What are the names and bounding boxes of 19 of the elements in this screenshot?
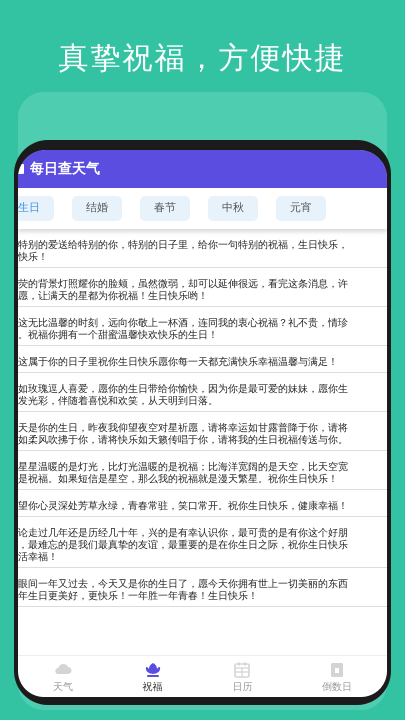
app-title: 每日查天气 [30,160,100,178]
blessing-message[interactable]: 这属于你的日子里祝你生日快乐愿你每一天都充满快乐幸福温馨与满足！ [18,356,387,368]
blessing-message[interactable]: 眼间一年又过去，今天又是你的生日了，愿今天你拥有世上一切美丽的东西 年生日更美好，更快乐！一年胜一年青春！生日快乐！ [18,578,387,602]
nav-tab[interactable]: 祝福 [132,656,173,697]
blessing-message[interactable]: 望你心灵深处芳草永绿，青春常驻，笑口常开。祝你生日快乐，健康幸福！ [18,500,387,512]
blessing-message[interactable]: 荧的背景灯照耀你的脸颊，虽然微弱，却可以延伸很远，看完这条消息，许 愿，让满天的星都为你祝福！生日快乐哟！ [18,278,387,302]
category-tab[interactable]: 结婚 [72,196,122,220]
blessing-message[interactable]: 论走过几年还是历经几十年，兴的是有幸认识你，最可贵的是有你这个好朋 ，最难忘的是我们最真挚的友谊，最重要的是在你生日之际，祝你生日快乐 活幸福！ [18,528,387,564]
blessing-message[interactable]: 这无比温馨的时刻，远向你敬上一杯酒，连同我的衷心祝福？礼不贵，情珍 。祝福你拥有一个甜蜜温馨快欢快乐的生日！ [18,318,387,342]
blessing-message[interactable]: 如玫瑰逗人喜爱，愿你的生日带给你愉快，因为你是最可爱的妹妹，愿你生 发光彩，伴随着喜悦和欢笑，从天明到日落。 [18,384,387,408]
category-tab[interactable]: 元宵 [276,196,326,220]
category-tab[interactable]: 春节 [140,196,190,220]
calendar-icon [232,660,252,678]
blessing-message[interactable]: 星星温暖的是灯光，比灯光温暖的是祝福；比海洋宽阔的是天空，比天空宽 是祝福。如果短信是星空，那么我的祝福就是漫天繁星。祝你生日快乐！ [18,462,387,486]
blessing-message[interactable]: 特别的爱送给特别的你，特别的日子里，给你一句特别的祝福，生日快乐， 快乐！ [18,240,387,264]
app-icon [18,163,24,175]
blessing-message[interactable]: 天是你的生日，昨夜我仰望夜空对星祈愿，请将幸运如甘露普降于你，请将 如柔风吹拂于你，请将快乐如天籁传唱于你，请将我的生日祝福传送与你。 [18,422,387,446]
headline: 真挚祝福，方便快捷 [58,40,348,78]
category-tab[interactable]: 中秋 [208,196,258,220]
